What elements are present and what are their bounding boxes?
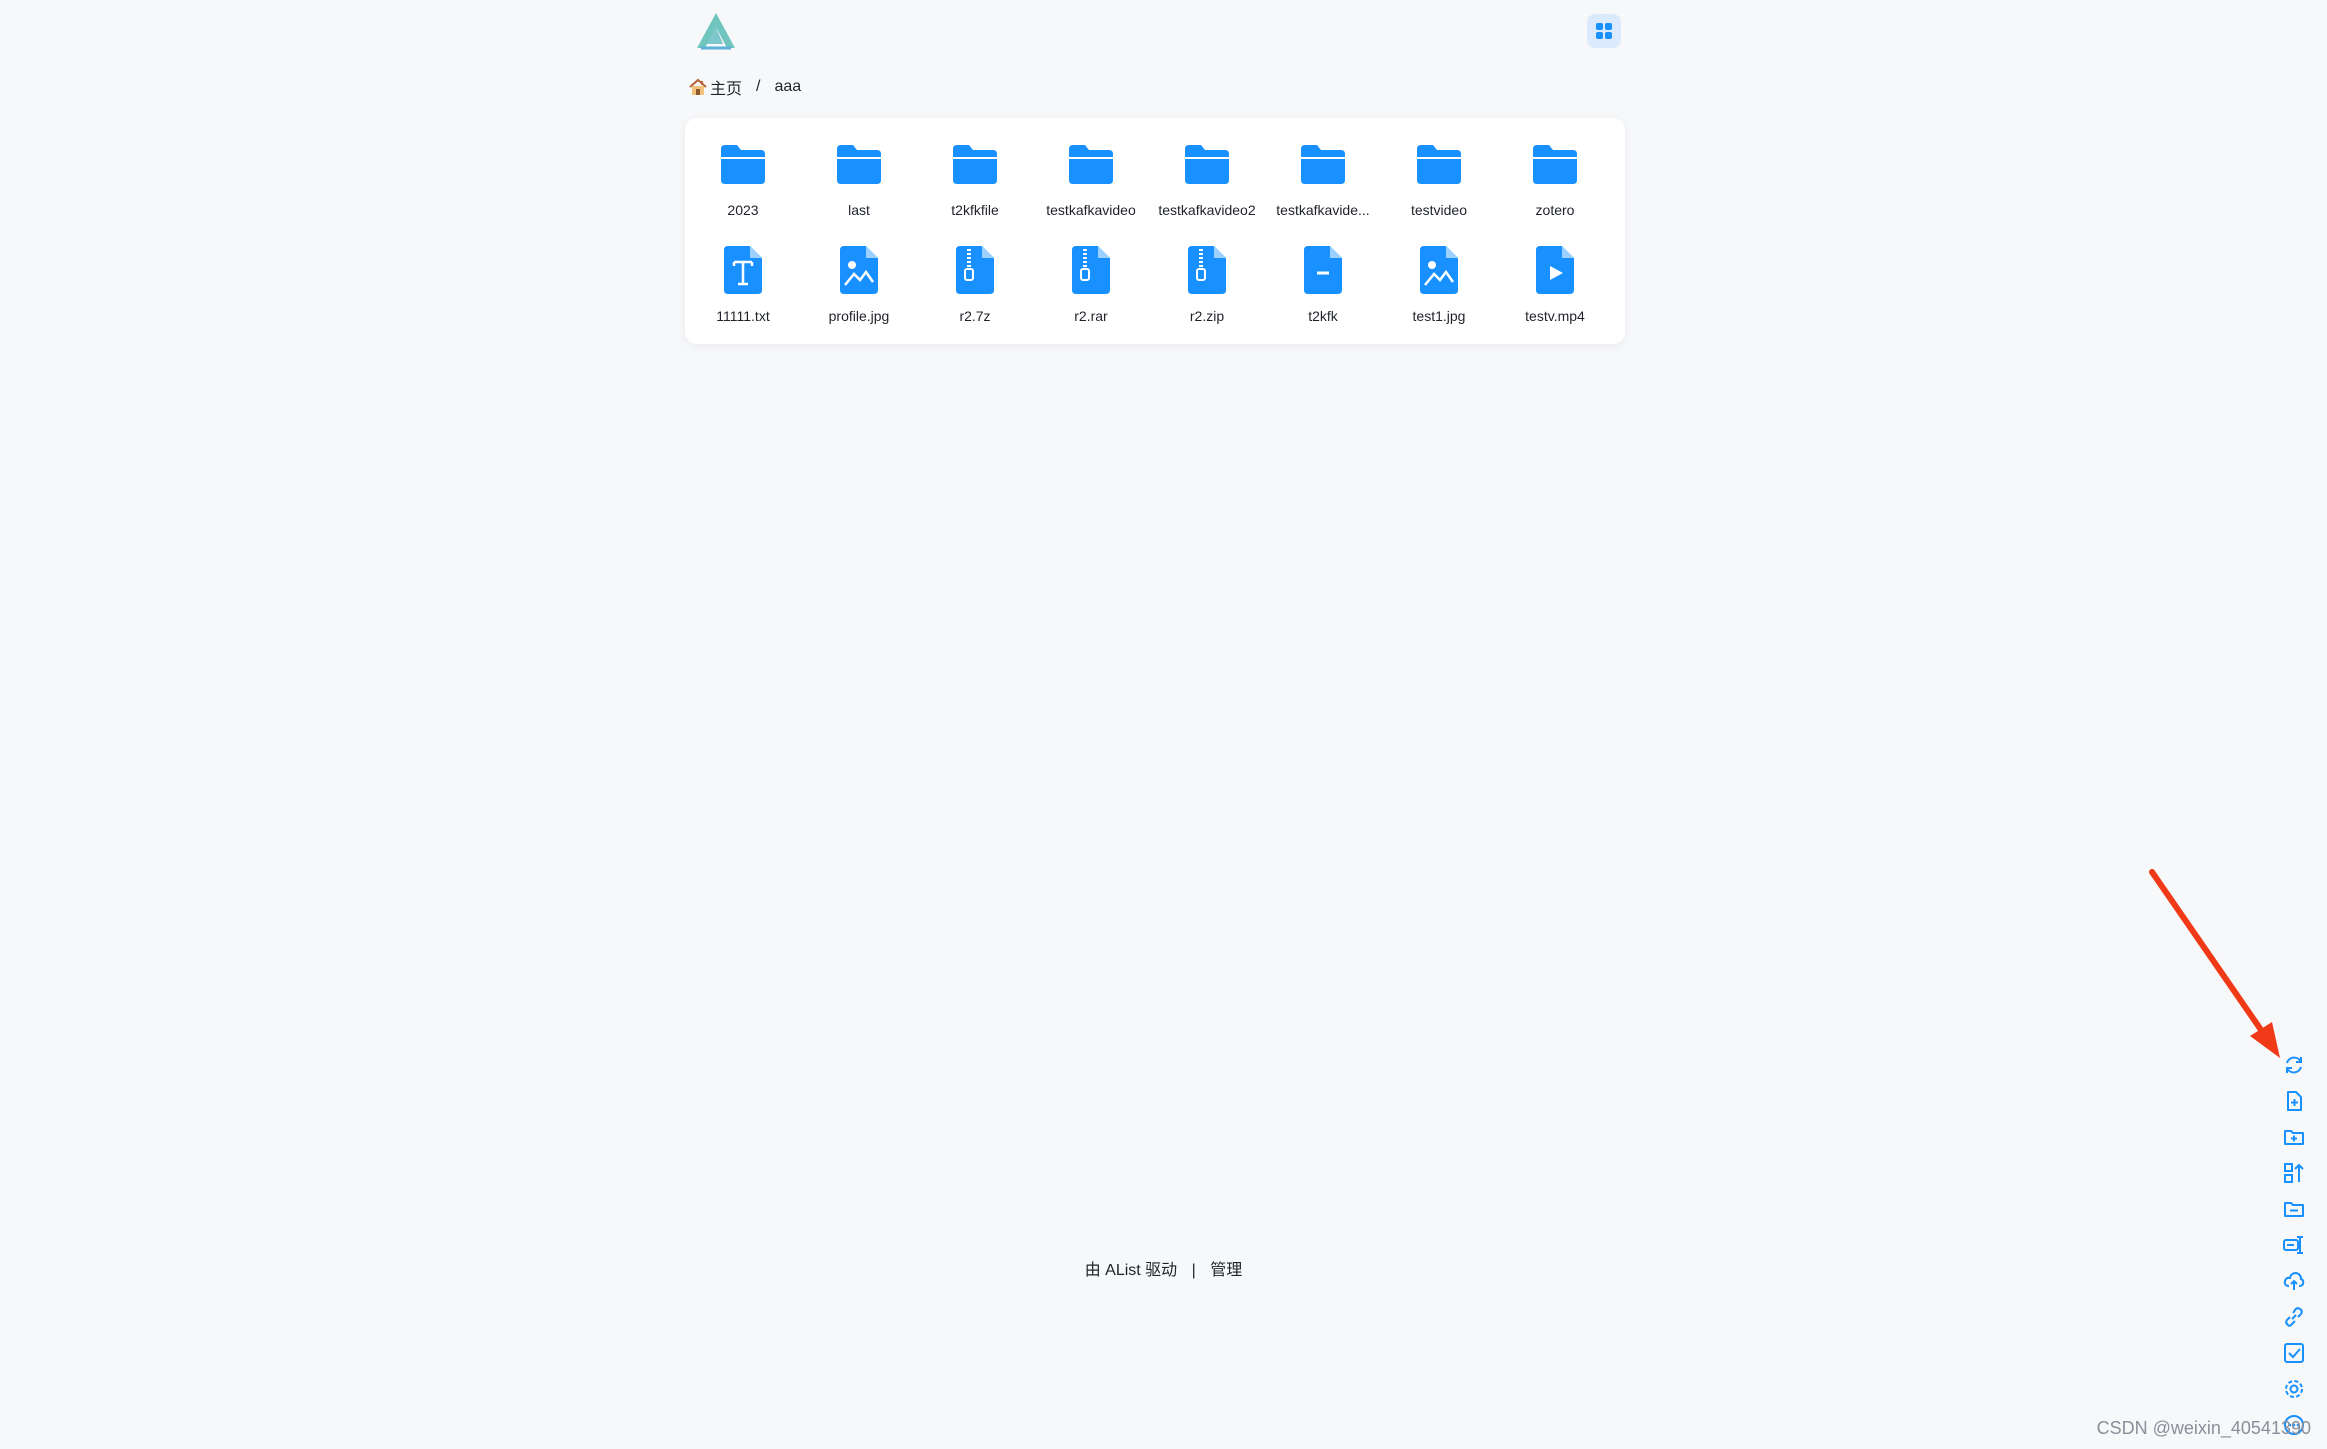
refresh-button[interactable]	[2279, 1050, 2309, 1080]
folder-item-t2kfkfile[interactable]: t2kfkfile	[920, 138, 1030, 234]
folder-item-2023[interactable]: 2023	[688, 138, 798, 234]
file-name: t2kfk	[1308, 308, 1338, 324]
footer: 由 AList 驱动 | 管理	[0, 1256, 2327, 1280]
breadcrumb-separator: /	[756, 78, 761, 95]
settings-icon	[2285, 1380, 2303, 1398]
new-folder-button[interactable]	[2279, 1122, 2309, 1152]
multi-select-button[interactable]	[2279, 1338, 2309, 1368]
batch-rename-button[interactable]	[2279, 1230, 2309, 1260]
folder-icon	[1529, 138, 1581, 190]
file-name: 2023	[727, 202, 759, 218]
file-item-t2kfk[interactable]: t2kfk	[1268, 244, 1378, 340]
video-file-icon	[1529, 244, 1581, 296]
image-file-icon	[1413, 244, 1465, 296]
file-name: test1.jpg	[1412, 308, 1466, 324]
folder-icon	[1413, 138, 1465, 190]
offline-download-button[interactable]	[2279, 1302, 2309, 1332]
folder-icon	[1181, 138, 1233, 190]
file-item-testv-mp4[interactable]: testv.mp4	[1500, 244, 1610, 340]
generic-file-icon	[1297, 244, 1349, 296]
file-item-test1-jpg[interactable]: test1.jpg	[1384, 244, 1494, 340]
folder-icon	[833, 138, 885, 190]
file-item-profile-jpg[interactable]: profile.jpg	[804, 244, 914, 340]
file-name: profile.jpg	[828, 308, 890, 324]
floating-toolbar	[2276, 1050, 2312, 1446]
manage-link[interactable]: 管理	[1210, 1262, 1242, 1279]
powered-by-link[interactable]: 由 AList 驱动	[1085, 1262, 1177, 1279]
file-name: testvideo	[1410, 202, 1468, 218]
file-name: r2.zip	[1189, 308, 1225, 324]
file-name: zotero	[1535, 202, 1575, 218]
folder-icon	[949, 138, 1001, 190]
image-file-icon	[833, 244, 885, 296]
folder-icon	[717, 138, 769, 190]
multi-select-icon	[2284, 1343, 2304, 1363]
remove-empty-folder-button[interactable]	[2279, 1194, 2309, 1224]
recursive-move-button[interactable]	[2279, 1158, 2309, 1188]
folder-item-testkafkavideo2[interactable]: testkafkavideo2	[1152, 138, 1262, 234]
new-folder-icon	[2284, 1130, 2304, 1145]
breadcrumb: 主页 / aaa	[688, 74, 801, 100]
upload-button[interactable]	[2279, 1266, 2309, 1296]
layout-toggle-button[interactable]	[1587, 14, 1621, 48]
file-name: testkafkavide...	[1276, 202, 1370, 218]
file-name: testkafkavideo	[1046, 202, 1136, 218]
refresh-icon	[2286, 1056, 2302, 1074]
folder-item-last[interactable]: last	[804, 138, 914, 234]
breadcrumb-current[interactable]: aaa	[774, 78, 801, 96]
text-file-icon	[717, 244, 769, 296]
watermark: CSDN @weixin_40541390	[2096, 1418, 2311, 1438]
archive-file-icon	[949, 244, 1001, 296]
offline-download-icon	[2285, 1307, 2303, 1327]
batch-rename-icon	[2283, 1236, 2303, 1254]
footer-separator: |	[1191, 1262, 1196, 1279]
archive-file-icon	[1181, 244, 1233, 296]
file-name: 11111.txt	[716, 308, 770, 324]
folder-item-zotero[interactable]: zotero	[1500, 138, 1610, 234]
file-name: last	[848, 202, 870, 218]
new-file-icon	[2287, 1091, 2302, 1111]
file-item-r2-rar[interactable]: r2.rar	[1036, 244, 1146, 340]
settings-button[interactable]	[2279, 1374, 2309, 1404]
folder-item-testkafkavide-truncated[interactable]: testkafkavide...	[1268, 138, 1378, 234]
upload-icon	[2283, 1271, 2305, 1290]
file-name: t2kfkfile	[951, 202, 999, 218]
file-item-r2-7z[interactable]: r2.7z	[920, 244, 1030, 340]
file-item-11111-txt[interactable]: 11111.txt	[688, 244, 798, 340]
header	[685, 8, 1625, 58]
file-item-r2-zip[interactable]: r2.zip	[1152, 244, 1262, 340]
house-icon	[689, 78, 707, 95]
folder-item-testvideo[interactable]: testvideo	[1384, 138, 1494, 234]
grid-view-icon	[1596, 23, 1612, 39]
breadcrumb-home[interactable]: 主页	[688, 75, 742, 99]
breadcrumb-home-label: 主页	[710, 81, 743, 98]
file-name: r2.7z	[959, 308, 991, 324]
archive-file-icon	[1065, 244, 1117, 296]
recursive-move-icon	[2284, 1163, 2304, 1183]
file-name: testkafkavideo2	[1158, 202, 1256, 218]
file-grid-panel: 2023 last t2kfkfile testkafkavideo testk…	[685, 118, 1625, 344]
folder-icon	[1297, 138, 1349, 190]
file-name: testv.mp4	[1525, 308, 1585, 324]
folder-icon	[1065, 138, 1117, 190]
annotation-arrow-icon	[2149, 869, 2280, 1058]
remove-empty-folder-icon	[2284, 1202, 2304, 1217]
folder-item-testkafkavideo[interactable]: testkafkavideo	[1036, 138, 1146, 234]
file-name: r2.rar	[1074, 308, 1108, 324]
alist-logo-icon[interactable]	[693, 10, 739, 52]
new-file-button[interactable]	[2279, 1086, 2309, 1116]
